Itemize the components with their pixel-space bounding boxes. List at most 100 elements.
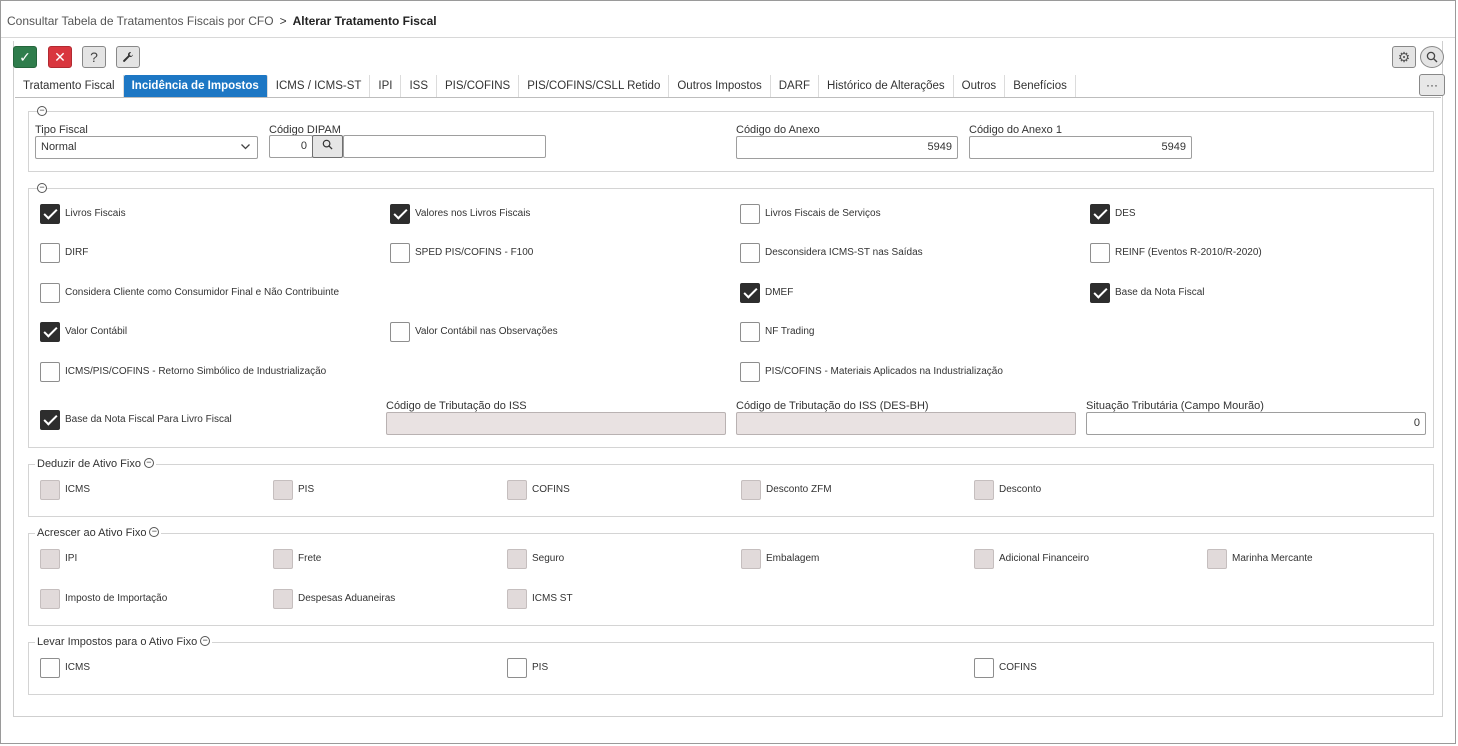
collapse-section-incidencia-icon[interactable]: − [37,183,47,193]
tab-historico-de-alteracoes[interactable]: Histórico de Alterações [819,75,954,97]
situacao-tributaria-label: Situação Tributária (Campo Mourão) [1086,400,1264,412]
tab-pis-cofins[interactable]: PIS/COFINS [437,75,520,97]
collapse-section-general-icon[interactable]: − [37,106,47,116]
desconsidera-icms-st-nas-saidas-checkbox[interactable] [740,243,760,263]
tab-outros-impostos[interactable]: Outros Impostos [669,75,771,97]
acrescer-legend: Acrescer ao Ativo Fixo − [35,527,162,539]
valores-nos-livros-fiscais-checkbox[interactable] [390,204,410,224]
pis-cofins-materiais-aplicados-na-industrializacao-checkbox[interactable] [740,362,760,382]
livros-fiscais-de-servicos-checkbox[interactable] [740,204,760,224]
acrescer-seguro-checkbox [507,549,527,569]
valor-contabil-checkbox[interactable] [40,322,60,342]
tools-button[interactable] [116,46,140,68]
dipam-lookup-button[interactable] [312,135,343,158]
codigo-tributacao-iss-label: Código de Tributação do ISS [386,400,527,412]
section-acrescer-ativo-fixo [28,533,1434,626]
levar-cofins-label: COFINS [999,662,1037,673]
base-da-nota-fiscal-para-livro-fiscal-label: Base da Nota Fiscal Para Livro Fiscal [65,414,232,425]
levar-title: Levar Impostos para o Ativo Fixo [37,636,198,648]
deduzir-pis-label: PIS [298,484,315,495]
icms-pis-cofins-retorno-simbolico-de-industrializacao-checkbox[interactable] [40,362,60,382]
deduzir-desconto-label: Desconto [999,484,1042,495]
gear-icon: ⚙ [1397,48,1411,65]
breadcrumb-parent-link[interactable]: Consultar Tabela de Tratamentos Fiscais … [7,14,274,28]
des-label: DES [1115,208,1136,219]
considera-cliente-como-consumidor-final-e-nao-contribuinte-checkbox[interactable] [40,283,60,303]
search-button[interactable] [1420,46,1444,68]
help-button[interactable]: ? [82,46,106,68]
tab-pis-cofins-csll-retido[interactable]: PIS/COFINS/CSLL Retido [519,75,670,97]
confirm-button[interactable]: ✓ [13,46,37,68]
acrescer-frete-label: Frete [298,553,322,564]
codigo-dipam-description [343,135,546,158]
close-icon: ✕ [54,48,66,65]
tipo-fiscal-value: Normal [41,141,77,153]
breadcrumb: Consultar Tabela de Tratamentos Fiscais … [7,14,437,28]
tipo-fiscal-select[interactable]: Normal [35,136,258,159]
tab-ipi[interactable]: IPI [370,75,402,97]
tab-incidencia-de-impostos[interactable]: Incidência de Impostos [123,75,268,97]
valor-contabil-label: Valor Contábil [65,326,128,337]
reinf-eventos-r-2010-r-2020-checkbox[interactable] [1090,243,1110,263]
tab-iss[interactable]: ISS [401,75,438,97]
window: Consultar Tabela de Tratamentos Fiscais … [0,0,1456,744]
collapse-levar-icon[interactable]: − [200,636,211,647]
dirf-checkbox[interactable] [40,243,60,263]
codigo-anexo-label: Código do Anexo [736,124,820,136]
tab-tratamento-fiscal[interactable]: Tratamento Fiscal [15,75,124,97]
section-levar-impostos [28,642,1434,695]
acrescer-ipi-label: IPI [65,553,78,564]
levar-pis-checkbox[interactable] [507,658,527,678]
livros-fiscais-checkbox[interactable] [40,204,60,224]
deduzir-cofins-checkbox [507,480,527,500]
acrescer-ipi-checkbox [40,549,60,569]
codigo-tributacao-iss-desbh-input [736,412,1076,435]
deduzir-icms-label: ICMS [65,484,90,495]
sped-pis-cofins-f100-label: SPED PIS/COFINS - F100 [415,247,534,258]
collapse-acrescer-icon[interactable]: − [149,527,160,538]
codigo-anexo1-input[interactable]: 5949 [969,136,1192,159]
tab-outros[interactable]: Outros [954,75,1006,97]
help-icon: ? [90,49,98,65]
acrescer-seguro-label: Seguro [532,553,565,564]
dmef-checkbox[interactable] [740,283,760,303]
breadcrumb-separator: > [279,14,287,28]
nf-trading-checkbox[interactable] [740,322,760,342]
codigo-anexo-input[interactable]: 5949 [736,136,958,159]
dirf-label: DIRF [65,247,89,258]
deduzir-desconto-zfm-checkbox [741,480,761,500]
base-da-nota-fiscal-checkbox[interactable] [1090,283,1110,303]
tab-bar: Tratamento Fiscal Incidência de Impostos I… [15,75,1076,97]
acrescer-embalagem-label: Embalagem [766,553,820,564]
levar-icms-checkbox[interactable] [40,658,60,678]
valor-contabil-nas-observacoes-checkbox[interactable] [390,322,410,342]
acrescer-icms-st-label: ICMS ST [532,593,573,604]
levar-cofins-checkbox[interactable] [974,658,994,678]
settings-button[interactable]: ⚙ [1392,46,1416,68]
tab-beneficios[interactable]: Benefícios [1005,75,1076,97]
more-options-button[interactable]: ··· [1419,74,1445,96]
valores-nos-livros-fiscais-label: Valores nos Livros Fiscais [415,208,531,219]
base-da-nota-fiscal-para-livro-fiscal-checkbox[interactable] [40,410,60,430]
sped-pis-cofins-f100-checkbox[interactable] [390,243,410,263]
codigo-dipam-input[interactable]: 0 [269,135,313,158]
collapse-deduzir-icon[interactable]: − [143,458,154,469]
deduzir-desconto-checkbox [974,480,994,500]
cancel-button[interactable]: ✕ [48,46,72,68]
base-da-nota-fiscal-label: Base da Nota Fiscal [1115,287,1205,298]
acrescer-marinha-mercante-checkbox [1207,549,1227,569]
des-checkbox[interactable] [1090,204,1110,224]
search-icon [1426,51,1438,63]
deduzir-icms-checkbox [40,480,60,500]
tab-darf[interactable]: DARF [771,75,820,97]
dmef-label: DMEF [765,287,794,298]
search-icon [322,139,333,150]
section-deduzir-ativo-fixo [28,464,1434,517]
valor-contabil-nas-observacoes-label: Valor Contábil nas Observações [415,326,558,337]
reinf-eventos-r-2010-r-2020-label: REINF (Eventos R-2010/R-2020) [1115,247,1262,258]
acrescer-embalagem-checkbox [741,549,761,569]
acrescer-adicional-financeiro-label: Adicional Financeiro [999,553,1090,564]
tab-icms-icms-st[interactable]: ICMS / ICMS-ST [268,75,371,97]
more-icon: ··· [1426,78,1438,92]
situacao-tributaria-input[interactable]: 0 [1086,412,1426,435]
